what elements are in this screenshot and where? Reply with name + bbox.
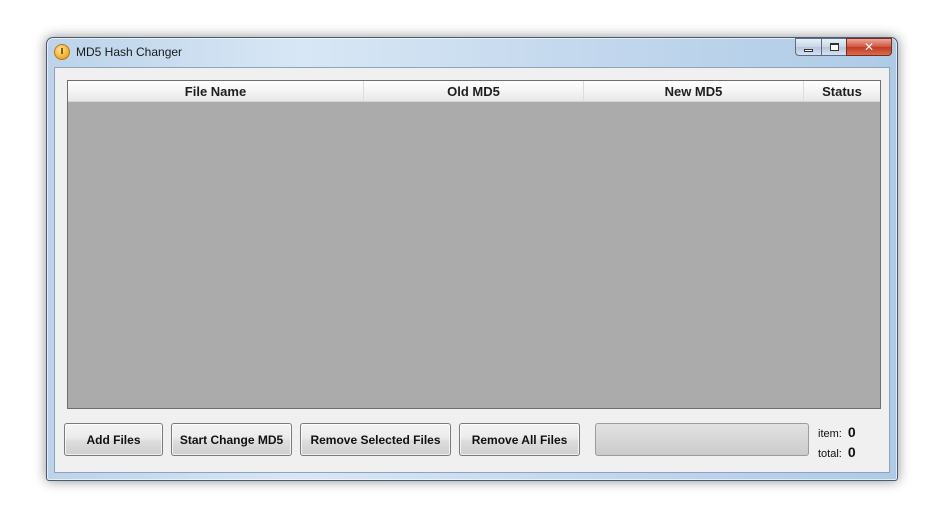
file-list-view[interactable]: File Name Old MD5 New MD5 Status bbox=[67, 80, 881, 409]
total-value: 0 bbox=[847, 444, 856, 460]
window-title: MD5 Hash Changer bbox=[76, 45, 183, 59]
item-label: item: bbox=[818, 428, 842, 440]
close-icon: ✕ bbox=[863, 40, 875, 54]
list-body[interactable] bbox=[68, 102, 880, 408]
window-controls: ✕ bbox=[795, 38, 892, 57]
list-header: File Name Old MD5 New MD5 Status bbox=[68, 81, 880, 102]
total-count: total: 0 bbox=[818, 444, 856, 460]
remove-all-files-button[interactable]: Remove All Files bbox=[459, 423, 580, 456]
column-header-old-md5[interactable]: Old MD5 bbox=[364, 81, 584, 101]
maximize-icon bbox=[829, 43, 839, 51]
main-window: MD5 Hash Changer ✕ File Name Old MD5 New… bbox=[46, 37, 898, 481]
client-area: File Name Old MD5 New MD5 Status Add Fil… bbox=[54, 67, 890, 473]
minimize-button[interactable] bbox=[795, 38, 821, 56]
item-count: item: 0 bbox=[818, 424, 856, 440]
column-header-new-md5[interactable]: New MD5 bbox=[584, 81, 804, 101]
progress-bar bbox=[595, 423, 809, 456]
total-label: total: bbox=[818, 448, 842, 460]
remove-selected-files-button[interactable]: Remove Selected Files bbox=[300, 423, 451, 456]
add-files-button[interactable]: Add Files bbox=[64, 423, 163, 456]
md5-app-icon bbox=[54, 44, 70, 60]
title-bar[interactable]: MD5 Hash Changer ✕ bbox=[47, 38, 897, 67]
close-button[interactable]: ✕ bbox=[846, 38, 892, 56]
start-change-md5-button[interactable]: Start Change MD5 bbox=[171, 423, 292, 456]
minimize-icon bbox=[804, 48, 813, 52]
column-header-status[interactable]: Status bbox=[804, 81, 880, 101]
maximize-button[interactable] bbox=[821, 38, 846, 56]
item-value: 0 bbox=[847, 424, 856, 440]
column-header-file-name[interactable]: File Name bbox=[68, 81, 364, 101]
